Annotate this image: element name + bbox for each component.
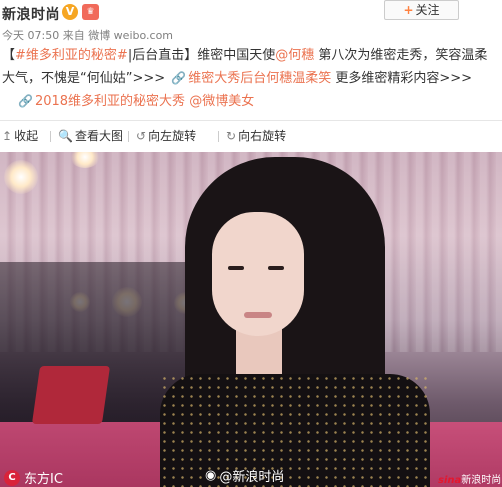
- more-text: 更多维密精彩内容>>>: [331, 71, 473, 86]
- photo-light: [4, 160, 38, 194]
- credit-text: 东方IC: [24, 472, 63, 487]
- article-link[interactable]: 维密大秀后台何穗温柔笑: [188, 71, 331, 86]
- photo-subject-robe: [160, 374, 430, 487]
- follow-label: 关注: [415, 3, 440, 17]
- weibo-logo-icon: ◉: [205, 468, 217, 483]
- collapse-icon: ↥: [2, 129, 13, 143]
- rotate-right-label: 向右旋转: [238, 129, 287, 143]
- robe-sparkle: [160, 374, 430, 487]
- image-toolbar: ↥ 收起 🔍 查看大图 ↺ 向左旋转 ↻ 向右旋转: [0, 124, 502, 148]
- view-large-label: 查看大图: [74, 129, 123, 143]
- sina-watermark: sina新浪时尚: [438, 471, 501, 486]
- verified-badge-icon[interactable]: V: [62, 4, 78, 20]
- collapse-label: 收起: [14, 129, 39, 143]
- follow-plus-icon: +: [403, 3, 414, 17]
- member-crown-icon[interactable]: ♛: [82, 4, 99, 20]
- photo-subject-lips: [244, 312, 272, 318]
- link-icon: 🔗: [171, 71, 187, 85]
- sina-mark-text: 新浪时尚: [461, 475, 502, 486]
- rotate-right-icon: ↻: [226, 129, 237, 143]
- post-photo[interactable]: [0, 152, 502, 487]
- link-icon: 🔗: [18, 94, 33, 108]
- intro-text: 维密中国天使: [197, 48, 276, 63]
- photo-subject-eye: [268, 266, 284, 270]
- toolbar-separator: [128, 131, 129, 142]
- toolbar-separator: [50, 131, 51, 142]
- mention-link[interactable]: @何穗: [275, 48, 314, 63]
- watermark-text: @新浪时尚: [219, 470, 285, 485]
- account-name[interactable]: 新浪时尚: [2, 4, 60, 24]
- collapse-button[interactable]: ↥ 收起: [2, 124, 38, 148]
- post-header: 新浪时尚 V ♛ 今天 07:50 来自 微博 weibo.com + 关注: [0, 0, 502, 44]
- sina-logo-text: sina: [438, 475, 462, 486]
- topic-link[interactable]: 2018维多利亚的秘密大秀: [35, 94, 185, 109]
- photo-watermark: ◉ @新浪时尚: [205, 466, 284, 485]
- hashtag-link[interactable]: #维多利亚的秘密#: [15, 48, 128, 63]
- divider: [0, 120, 502, 121]
- search-icon: 🔍: [58, 129, 73, 143]
- photo-chair: [31, 366, 111, 424]
- rotate-right-button[interactable]: ↻ 向右旋转: [226, 124, 286, 148]
- post-meta: 今天 07:50 来自 微博 weibo.com: [2, 29, 174, 42]
- rotate-left-icon: ↺: [136, 129, 147, 143]
- view-large-button[interactable]: 🔍 查看大图: [58, 124, 123, 148]
- post-text: 【#维多利亚的秘密#|后台直击】维密中国天使@何穗 第八次为维密走秀，笑容温柔大…: [2, 44, 500, 113]
- photo-subject-eye: [228, 266, 244, 270]
- toolbar-separator: [218, 131, 219, 142]
- follow-button[interactable]: + 关注: [384, 0, 459, 20]
- bracket-open: 【: [2, 48, 16, 63]
- credit-logo-icon: C: [4, 469, 20, 486]
- photo-credit: C 东方IC: [4, 468, 63, 487]
- mention-link-2[interactable]: @微博美女: [189, 94, 254, 109]
- bracket-rest: |后台直击】: [127, 48, 198, 63]
- rotate-left-label: 向左旋转: [148, 129, 197, 143]
- rotate-left-button[interactable]: ↺ 向左旋转: [136, 124, 196, 148]
